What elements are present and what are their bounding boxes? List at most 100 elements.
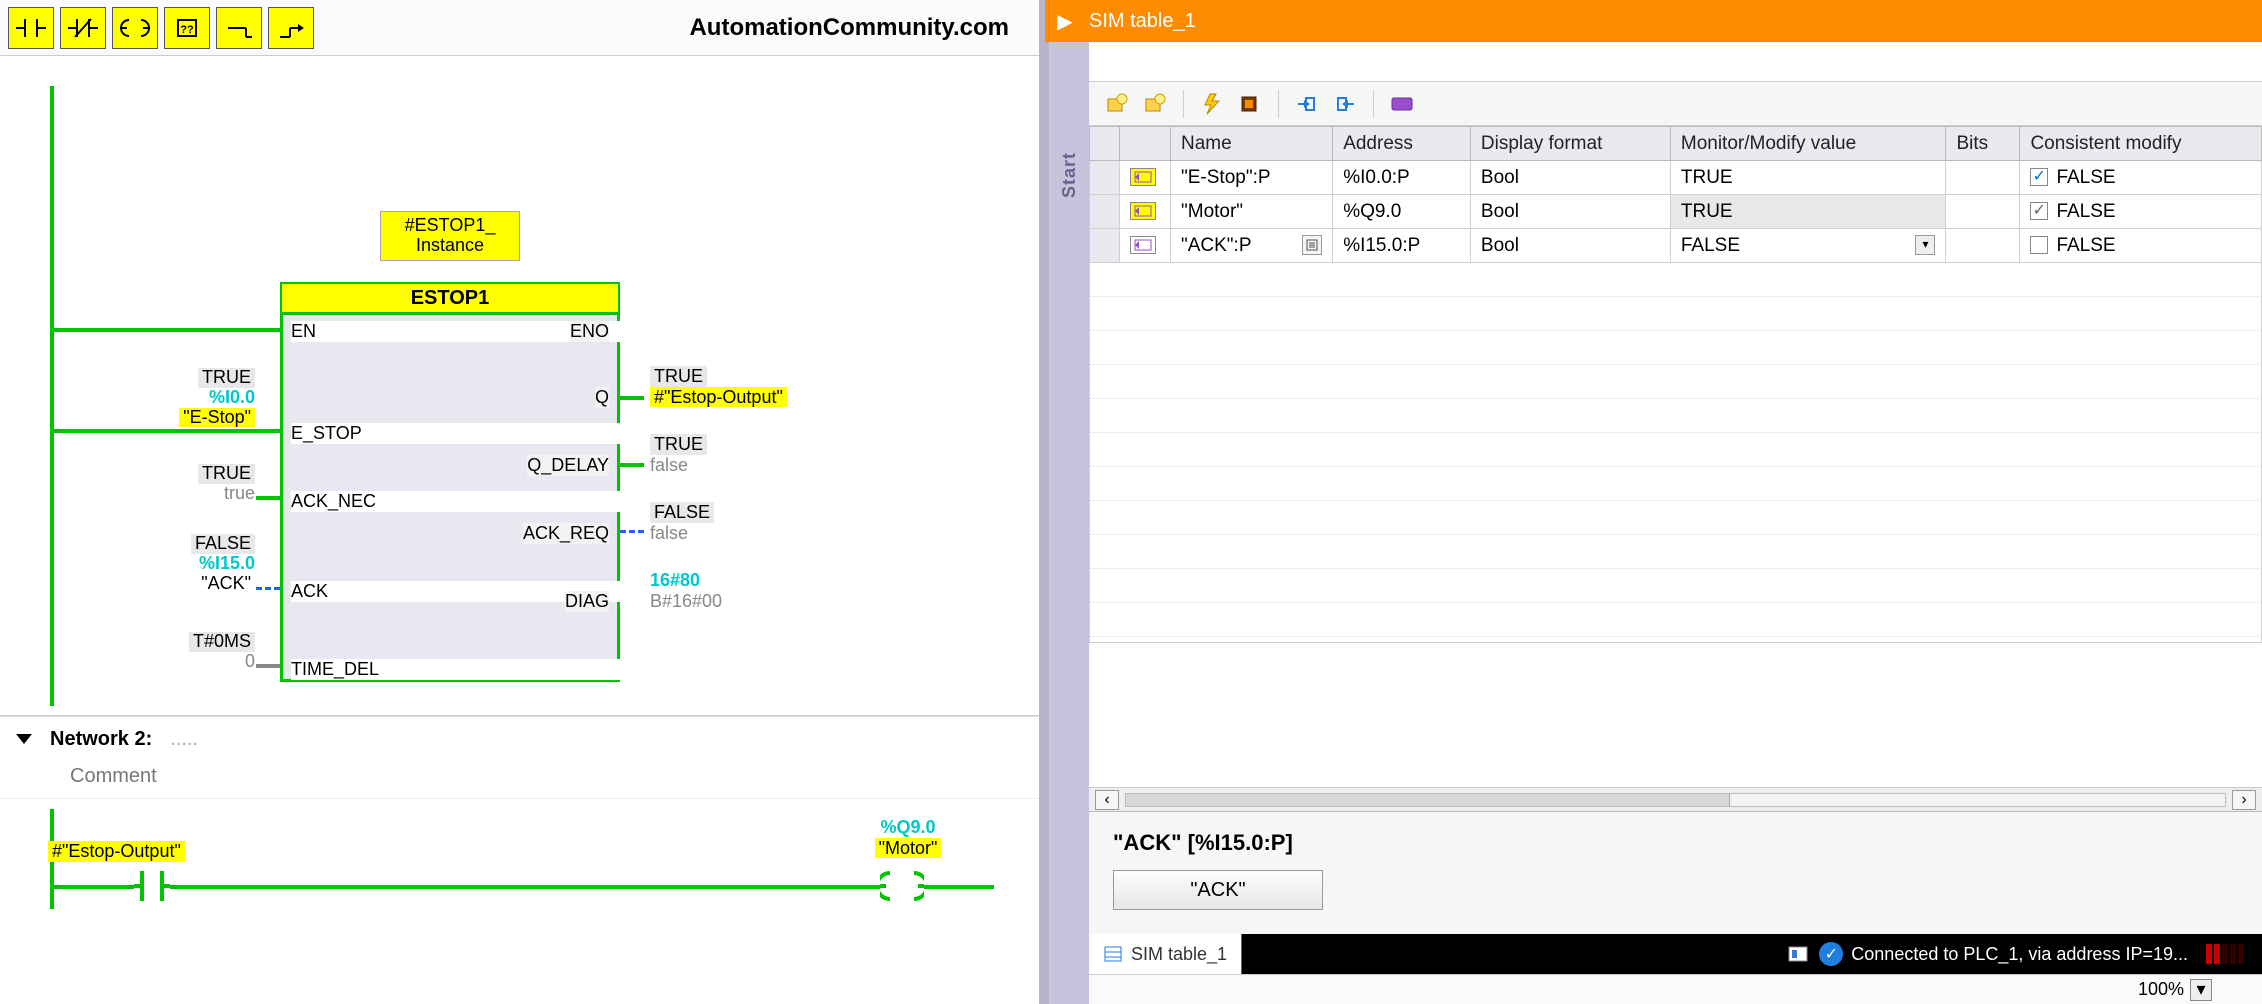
network-2-comment[interactable]: Comment — [0, 761, 1039, 799]
cell-name[interactable]: "E-Stop":P — [1171, 161, 1333, 195]
network-2-title: Network 2: — [50, 728, 152, 751]
modify-icon[interactable] — [1236, 90, 1264, 118]
contact-icon[interactable] — [134, 869, 170, 903]
export-icon[interactable] — [1293, 90, 1321, 118]
wire-ackreq — [620, 530, 644, 533]
col-monitor[interactable]: Monitor/Modify value — [1670, 127, 1946, 161]
wire-q — [620, 396, 644, 400]
output-qdelay[interactable]: TRUE false — [650, 434, 707, 475]
wire-estop — [54, 429, 280, 433]
cell-consistent[interactable]: FALSE — [2020, 195, 2262, 229]
input-acknec[interactable]: TRUE true — [120, 464, 255, 504]
left-rail — [50, 86, 54, 706]
tag-icon — [1130, 202, 1156, 220]
network-2-rung: #"Estop-Output" %Q9.0 "Motor" — [0, 799, 1039, 919]
sim-row[interactable]: "E-Stop":P%I0.0:PBoolTRUE FALSE — [1090, 161, 2262, 195]
cell-address[interactable]: %I0.0:P — [1333, 161, 1471, 195]
zoom-dropdown[interactable]: ▾ — [2190, 979, 2212, 1001]
cell-format[interactable]: Bool — [1470, 161, 1670, 195]
signal-bars-icon — [2206, 944, 2244, 964]
expand-icon[interactable] — [16, 734, 32, 744]
cell-address[interactable]: %I15.0:P — [1333, 229, 1471, 263]
status-ok-icon: ✓ — [1819, 942, 1843, 966]
input-ack[interactable]: FALSE %I15.0 "ACK" — [120, 534, 255, 593]
cell-bits[interactable] — [1946, 195, 2020, 229]
network-2-header[interactable]: Network 2: ..... — [0, 717, 1039, 761]
cell-format[interactable]: Bool — [1470, 195, 1670, 229]
network-2: Network 2: ..... Comment #"Estop-Output" — [0, 716, 1039, 919]
sim-blank-bar — [1089, 42, 2262, 82]
new-tag-icon[interactable] — [1103, 90, 1131, 118]
cell-name[interactable]: "ACK":P — [1171, 229, 1333, 263]
scroll-left-icon[interactable]: ‹ — [1095, 790, 1119, 810]
name-picker-icon[interactable] — [1302, 235, 1322, 255]
status-bar: SIM table_1 ✓ Connected to PLC_1, via ad… — [1089, 934, 2262, 974]
cell-name[interactable]: "Motor" — [1171, 195, 1333, 229]
cell-monitor[interactable]: TRUE — [1670, 161, 1946, 195]
scroll-right-icon[interactable]: › — [2232, 790, 2256, 810]
sim-toolbar — [1089, 82, 2262, 126]
net2-coil-tag[interactable]: %Q9.0 "Motor" — [848, 817, 968, 858]
sim-title-bar: ▶ SIM table_1 — [1045, 0, 2262, 42]
svg-text:??: ?? — [180, 24, 194, 36]
fb-instance-label: #ESTOP1_ Instance — [380, 211, 520, 261]
pin-eno: ENO — [570, 321, 609, 342]
cell-consistent[interactable]: FALSE — [2020, 161, 2262, 195]
checkbox[interactable] — [2030, 168, 2048, 186]
import-icon[interactable] — [1331, 90, 1359, 118]
tool-nopen-contact[interactable] — [8, 7, 54, 49]
sim-row[interactable]: "ACK":P%I15.0:PBoolFALSE▾ FALSE — [1090, 229, 2262, 263]
sim-detail-pane: "ACK" [%I15.0:P] "ACK" — [1089, 811, 2262, 934]
tool-branch-open[interactable] — [216, 7, 262, 49]
tool-branch-close[interactable] — [268, 7, 314, 49]
checkbox[interactable] — [2030, 236, 2048, 254]
dropdown-icon[interactable]: ▾ — [1915, 235, 1935, 255]
detail-title: "ACK" [%I15.0:P] — [1113, 830, 2238, 856]
cell-consistent[interactable]: FALSE — [2020, 229, 2262, 263]
device-icon — [1785, 941, 1811, 967]
col-consistent[interactable]: Consistent modify — [2020, 127, 2262, 161]
checkbox[interactable] — [2030, 202, 2048, 220]
pin-q: Q — [595, 387, 609, 408]
new-tag2-icon[interactable] — [1141, 90, 1169, 118]
watermark: AutomationCommunity.com — [689, 14, 1009, 42]
side-tab-start[interactable]: Start — [1049, 42, 1089, 1004]
col-address[interactable]: Address — [1333, 127, 1471, 161]
flash-icon[interactable] — [1198, 90, 1226, 118]
col-bits[interactable]: Bits — [1946, 127, 2020, 161]
collapse-icon[interactable]: ▶ — [1055, 11, 1075, 31]
sim-header-row: Name Address Display format Monitor/Modi… — [1090, 127, 2262, 161]
tool-box[interactable]: ?? — [164, 7, 210, 49]
sim-title: SIM table_1 — [1089, 10, 1196, 33]
fb-title: ESTOP1 — [280, 282, 620, 312]
wire-ack — [256, 587, 280, 590]
detail-ack-button[interactable]: "ACK" — [1113, 870, 1323, 910]
output-diag[interactable]: 16#80 B#16#00 — [650, 570, 722, 611]
wire-en — [54, 328, 280, 332]
col-name[interactable]: Name — [1171, 127, 1333, 161]
output-q[interactable]: TRUE #"Estop-Output" — [650, 366, 787, 407]
tool-nclosed-contact[interactable] — [60, 7, 106, 49]
status-connection: Connected to PLC_1, via address IP=19... — [1851, 944, 2188, 965]
col-format[interactable]: Display format — [1470, 127, 1670, 161]
output-ackreq[interactable]: FALSE false — [650, 502, 714, 543]
cell-monitor[interactable]: TRUE — [1670, 195, 1946, 229]
status-tab[interactable]: SIM table_1 — [1089, 934, 1242, 974]
sim-hscrollbar[interactable]: ‹ › — [1089, 787, 2262, 811]
purple-tag-icon[interactable] — [1388, 90, 1416, 118]
cell-format[interactable]: Bool — [1470, 229, 1670, 263]
coil-icon[interactable] — [880, 869, 924, 903]
table-icon — [1103, 944, 1123, 964]
sim-row[interactable]: "Motor"%Q9.0BoolTRUE FALSE — [1090, 195, 2262, 229]
fb-estop1[interactable]: EN ENO Q E_STOP Q_DELAY ACK_NEC ACK_REQ … — [280, 312, 620, 682]
net2-contact-tag[interactable]: #"Estop-Output" — [48, 841, 185, 862]
zoom-value: 100% — [2138, 979, 2184, 1000]
input-estop[interactable]: TRUE %I0.0 "E-Stop" — [120, 368, 255, 427]
cell-bits[interactable] — [1946, 229, 2020, 263]
cell-address[interactable]: %Q9.0 — [1333, 195, 1471, 229]
tool-coil[interactable] — [112, 7, 158, 49]
cell-bits[interactable] — [1946, 161, 2020, 195]
cell-monitor[interactable]: FALSE▾ — [1670, 229, 1946, 263]
wire-timedel — [256, 664, 280, 668]
input-timedel[interactable]: T#0MS 0 — [120, 632, 255, 672]
